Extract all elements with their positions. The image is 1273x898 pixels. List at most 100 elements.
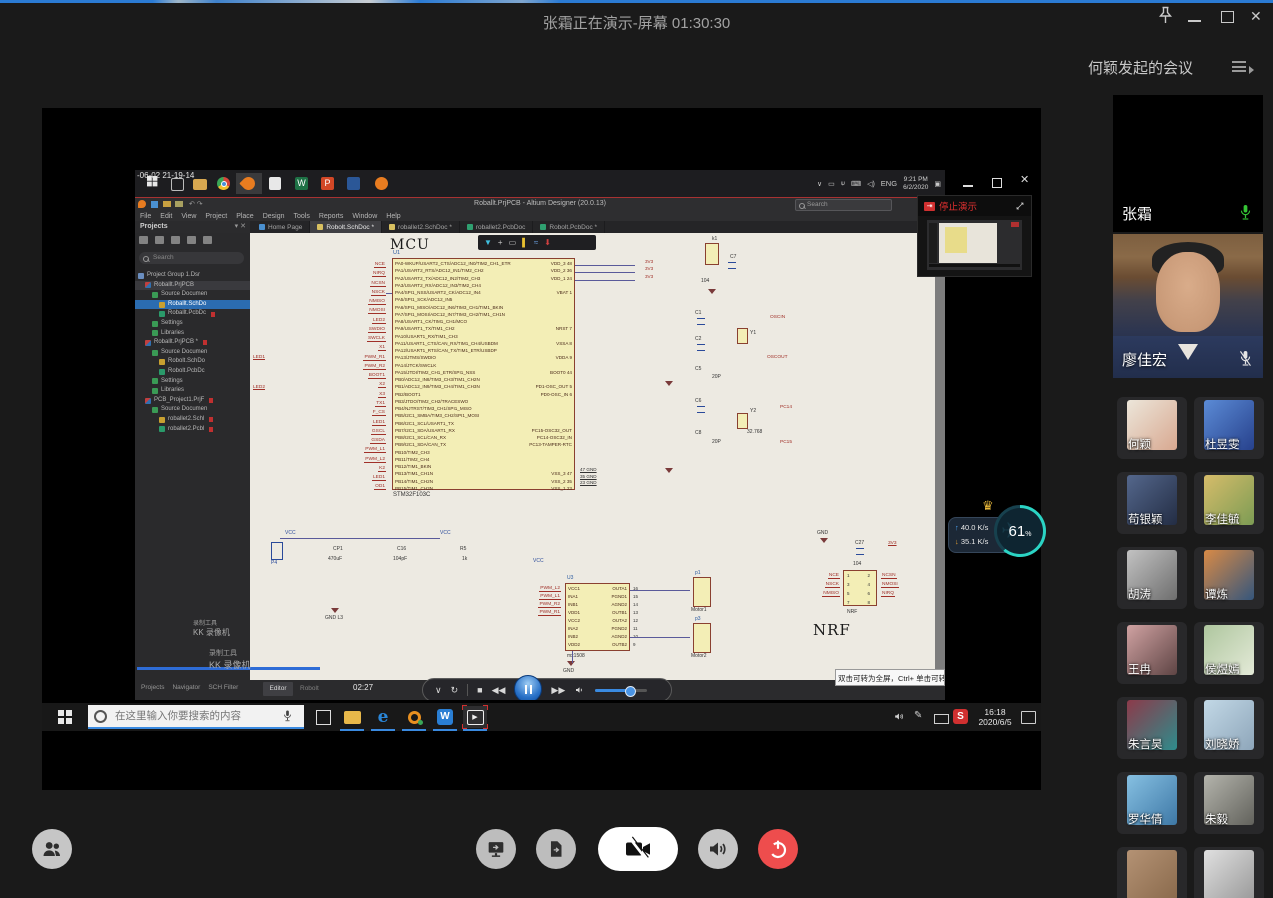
pin-number: 8 xyxy=(864,598,870,607)
task-view-icon xyxy=(312,707,334,727)
participant-tile[interactable]: 李佳毓 xyxy=(1194,472,1264,534)
menu-item: Place xyxy=(236,213,254,220)
participant-tile[interactable]: 谭炼 xyxy=(1194,547,1264,609)
expand-icon xyxy=(1015,201,1025,211)
net-label: LED1 xyxy=(313,418,386,427)
participant-tile[interactable]: 侯煜嫣 xyxy=(1194,622,1264,684)
pin-label: OUTB1 xyxy=(594,609,627,617)
participant-name: 罗华倩 xyxy=(1128,811,1163,827)
net-label: 3V3 xyxy=(645,265,665,272)
maximize-button[interactable] xyxy=(1221,11,1234,23)
net-label: 3V3 xyxy=(645,258,665,265)
participant-tile[interactable]: 朱毅 xyxy=(1194,772,1264,834)
participant-tile[interactable]: 苟银颖 xyxy=(1117,472,1187,534)
playback-time: 02:27 xyxy=(353,683,373,692)
motor2-refdes: p3 xyxy=(695,616,701,622)
pin-number: 2 xyxy=(864,571,870,580)
motor1-refdes: p1 xyxy=(695,570,701,576)
participant-tile[interactable] xyxy=(1194,847,1264,898)
menu-item: Help xyxy=(386,213,400,220)
pin-label xyxy=(480,304,572,311)
schematic-canvas: ▼ + ▭ ▌ ≈ ⬇ MCU U1 PA0-WKUP/USART2_CTS/A… xyxy=(250,233,935,680)
net-label: PWM_L2 xyxy=(313,455,386,464)
capacitor-symbol xyxy=(697,344,705,351)
speaker-button[interactable] xyxy=(698,829,738,869)
participant-video-zhangshuang[interactable]: 张霜 xyxy=(1113,95,1263,232)
participant-name: 胡涛 xyxy=(1128,586,1151,602)
menu-item: Edit xyxy=(160,213,172,220)
start-icon xyxy=(42,703,88,731)
net-label: X2 xyxy=(313,380,386,389)
document-tab: Robolt.SchDoc * xyxy=(310,221,382,233)
minimize-button[interactable] xyxy=(1188,20,1201,22)
participant-tile[interactable]: 王冉 xyxy=(1117,622,1187,684)
end-call-icon xyxy=(766,837,790,861)
upload-icon: ↑ xyxy=(955,523,959,532)
player-close-icon: ✕ xyxy=(1020,173,1029,186)
net-label: NSCK xyxy=(313,288,386,297)
project-tree-item: Libraries xyxy=(135,329,250,339)
participant-tile[interactable]: 刘晓娇 xyxy=(1194,697,1264,759)
net-label: VCC xyxy=(440,530,451,536)
document-app-icon xyxy=(269,177,281,190)
percent-value: 61% xyxy=(1009,523,1032,540)
document-tabs: Home PageRobolt.SchDoc *roballet2.SchDoc… xyxy=(252,221,605,233)
net-label: PWM_R2 xyxy=(505,601,561,609)
participant-tile[interactable] xyxy=(1117,847,1187,898)
list-view-icon[interactable] xyxy=(1232,61,1254,75)
net-label: NMOSI xyxy=(881,580,921,589)
net-label: LED1 xyxy=(313,473,386,482)
net-label: NMISO xyxy=(803,589,840,598)
pin-label: PC15-OSC32_OUT xyxy=(480,427,572,434)
pin-label: INB1 xyxy=(568,601,594,609)
end-call-button[interactable] xyxy=(758,829,798,869)
net-label: NSCK xyxy=(803,580,840,589)
chevron-up-icon: ∨ xyxy=(817,180,822,188)
document-tab: roballet2.SchDoc * xyxy=(382,221,460,233)
net-label: PWM_R1 xyxy=(313,353,386,362)
participant-tile[interactable]: 朱言昊 xyxy=(1117,697,1187,759)
net-label: GSDA xyxy=(313,436,386,445)
cap-refdes: C8 xyxy=(695,430,701,436)
participant-tile[interactable]: 罗华倩 xyxy=(1117,772,1187,834)
altium-search-box: Search xyxy=(795,199,892,211)
participant-tile[interactable]: 杜昱雯 xyxy=(1194,397,1264,459)
search-icon xyxy=(799,203,805,209)
volume-icon xyxy=(574,684,586,696)
search-icon xyxy=(143,256,149,262)
cross-icon: + xyxy=(498,239,503,247)
avatar xyxy=(1178,344,1198,360)
nrf-connector-label: NRF xyxy=(847,609,857,615)
net-label: VCC xyxy=(533,558,544,564)
gnd-symbol xyxy=(820,538,828,543)
participant-tile[interactable]: 何颖 xyxy=(1117,397,1187,459)
participant-video-liaojiahong[interactable]: 廖佳宏 xyxy=(1113,234,1263,378)
editor-badge: Editor xyxy=(263,682,293,696)
net-label: GND xyxy=(563,668,574,674)
camera-off-button[interactable] xyxy=(598,827,678,871)
pin-icon[interactable] xyxy=(1157,6,1174,30)
menu-item: Reports xyxy=(319,213,344,220)
download-icon: ↓ xyxy=(955,537,959,546)
pin-number: 12 xyxy=(633,617,645,625)
project-tree-item: Settings xyxy=(135,319,250,329)
pin-label xyxy=(480,318,572,325)
project-tree-item: Robolt.SchDo xyxy=(135,357,250,367)
wire xyxy=(575,272,635,273)
share-screen-button[interactable] xyxy=(476,829,516,869)
pin-label: PD1-OSC_OUT 5 xyxy=(480,383,572,390)
taskbar-search-box xyxy=(88,705,304,729)
stop-presenting-header: ⇥ 停止演示 xyxy=(918,196,1031,216)
net-label: PWM_L1 xyxy=(505,593,561,601)
participants-button[interactable] xyxy=(32,829,72,869)
drop-icon: ⬇ xyxy=(544,239,551,247)
capacitor-symbol xyxy=(697,406,705,413)
project-tree-item: Roballt.SchDo xyxy=(135,300,250,310)
pause-button-icon xyxy=(514,675,542,700)
fast-forward-icon: ▶▶ xyxy=(551,686,565,695)
wire xyxy=(280,538,440,539)
share-file-button[interactable] xyxy=(536,829,576,869)
participant-tile[interactable]: 胡涛 xyxy=(1117,547,1187,609)
close-button[interactable]: ✕ xyxy=(1250,7,1262,25)
meeting-title: 何颖发起的会议 xyxy=(1088,57,1193,78)
